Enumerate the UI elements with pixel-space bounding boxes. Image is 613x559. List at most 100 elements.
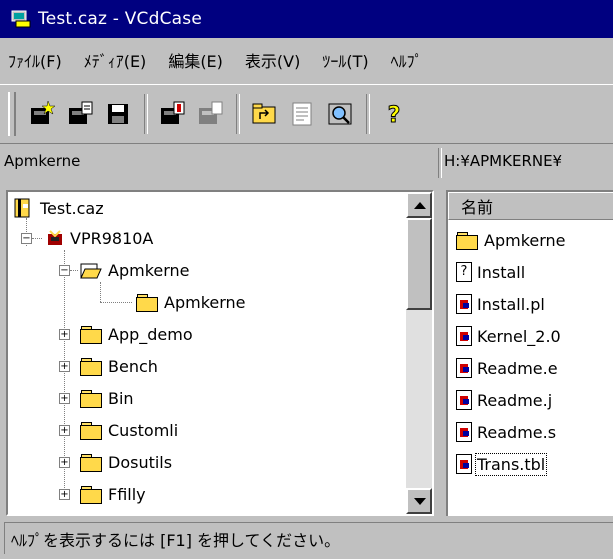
file-item-label: Apmkerne [484, 230, 566, 250]
media-icon [46, 229, 64, 247]
folder-tree[interactable]: Test.caz − VPR9810A − Apmkerne Apmkerne … [6, 190, 434, 516]
menu-help[interactable]: ﾍﾙﾌﾟ [391, 48, 423, 72]
toolbar-separator [366, 94, 370, 134]
menu-tools[interactable]: ﾂｰﾙ(T) [322, 48, 368, 72]
file-item-label: Readme.j [477, 390, 553, 410]
expand-toggle[interactable]: + [59, 457, 70, 468]
expand-toggle[interactable]: + [59, 489, 70, 500]
arrow-down-icon [414, 498, 426, 505]
tree-item-label: Ffilly [108, 484, 146, 504]
expand-toggle[interactable]: + [59, 329, 70, 340]
file-item-label: Install.pl [477, 294, 545, 314]
tree-item-folder[interactable]: Ffilly [80, 480, 146, 508]
collapse-toggle[interactable]: − [21, 233, 32, 244]
folder-icon [136, 293, 158, 312]
file-list[interactable]: 名前 Apmkerne ? Install Install.pl Kernel_… [446, 190, 613, 516]
tree-connector [70, 270, 78, 271]
toolbar-grip[interactable] [8, 92, 16, 136]
script-file-icon [456, 326, 472, 346]
scroll-up-button[interactable] [406, 192, 432, 218]
tree-connector [100, 282, 101, 302]
tree-item-label: Apmkerne [108, 260, 190, 280]
script-file-icon [456, 422, 472, 442]
folder-icon [80, 421, 102, 440]
tree-item-label: Apmkerne [164, 292, 246, 312]
script-file-icon [456, 294, 472, 314]
toolbar: ? [0, 84, 613, 144]
tree-item-folder[interactable]: Bin [80, 384, 134, 412]
remove-media-icon[interactable] [194, 98, 226, 130]
path-divider[interactable] [438, 148, 442, 178]
file-item[interactable]: Readme.s [456, 418, 556, 446]
tree-item-label: Bench [108, 356, 158, 376]
svg-text:?: ? [388, 103, 401, 128]
tree-item-folder[interactable]: Bench [80, 352, 158, 380]
folder-up-icon[interactable] [248, 98, 280, 130]
tree-item-label: Customli [108, 420, 179, 440]
tree-item-folder[interactable]: Apmkerne [136, 288, 246, 316]
list-path-label: H:¥APMKERNE¥ [444, 152, 563, 170]
app-icon [10, 9, 32, 29]
tree-item-label: Bin [108, 388, 134, 408]
new-icon[interactable] [26, 98, 58, 130]
tree-item-media[interactable]: VPR9810A [46, 224, 153, 252]
tree-item-folder[interactable]: Apmkerne [80, 256, 190, 284]
collapse-toggle[interactable]: − [59, 265, 70, 276]
help-icon[interactable]: ? [378, 98, 410, 130]
scroll-down-button[interactable] [406, 488, 432, 514]
folder-icon [80, 357, 102, 376]
script-file-icon [456, 390, 472, 410]
file-item-label: Install [477, 262, 526, 282]
menu-bar: ﾌｧｲﾙ(F) ﾒﾃﾞｨｱ(E) 編集(E) 表示(V) ﾂｰﾙ(T) ﾍﾙﾌﾟ [0, 40, 613, 80]
toolbar-separator [236, 94, 240, 134]
open-icon[interactable] [64, 98, 96, 130]
menu-file[interactable]: ﾌｧｲﾙ(F) [8, 48, 62, 72]
file-item-label: Readme.s [477, 422, 557, 442]
tree-connector [100, 302, 132, 303]
tree-connector [32, 238, 42, 239]
tree-item-folder[interactable]: App_demo [80, 320, 193, 348]
file-item-selected[interactable]: Trans.tbl [456, 450, 548, 478]
scroll-thumb[interactable] [406, 218, 432, 310]
window-title: Test.caz - VCdCase [38, 9, 203, 29]
expand-toggle[interactable]: + [59, 361, 70, 372]
file-item[interactable]: Apmkerne [456, 226, 566, 254]
file-item[interactable]: Install.pl [456, 290, 545, 318]
tree-item-folder[interactable]: Dosutils [80, 448, 172, 476]
file-item-label: Kernel_2.0 [477, 326, 561, 346]
tree-scrollbar[interactable] [406, 192, 432, 514]
tree-item-label: VPR9810A [70, 228, 154, 248]
folder-icon [80, 325, 102, 344]
unknown-file-icon: ? [456, 262, 472, 282]
tree-path-label: Apmkerne [4, 152, 81, 170]
tree-item-label: App_demo [108, 324, 193, 344]
column-header-name[interactable]: 名前 [448, 192, 613, 220]
tree-item-label: Test.caz [40, 198, 104, 218]
file-item[interactable]: Readme.e [456, 354, 558, 382]
folder-icon [80, 453, 102, 472]
open-folder-icon [80, 262, 102, 279]
file-item-label: Readme.e [477, 358, 558, 378]
tree-item-catalog[interactable]: Test.caz [14, 194, 104, 222]
path-bar: Apmkerne H:¥APMKERNE¥ [0, 148, 613, 178]
menu-media[interactable]: ﾒﾃﾞｨｱ(E) [84, 48, 147, 72]
search-icon[interactable] [324, 98, 356, 130]
tree-item-label: Dosutils [108, 452, 173, 472]
properties-icon[interactable] [286, 98, 318, 130]
file-item[interactable]: ? Install [456, 258, 525, 286]
folder-icon [80, 389, 102, 408]
file-item[interactable]: Kernel_2.0 [456, 322, 561, 350]
menu-edit[interactable]: 編集(E) [168, 48, 223, 72]
expand-toggle[interactable]: + [59, 425, 70, 436]
add-media-icon[interactable] [156, 98, 188, 130]
title-bar[interactable]: Test.caz - VCdCase [0, 0, 613, 38]
tree-item-folder[interactable]: Customli [80, 416, 178, 444]
save-icon[interactable] [102, 98, 134, 130]
file-item[interactable]: Readme.j [456, 386, 552, 414]
folder-icon [456, 231, 478, 250]
script-file-icon [456, 358, 472, 378]
folder-icon [80, 485, 102, 504]
catalog-icon [14, 198, 32, 218]
menu-view[interactable]: 表示(V) [245, 48, 300, 72]
expand-toggle[interactable]: + [59, 393, 70, 404]
